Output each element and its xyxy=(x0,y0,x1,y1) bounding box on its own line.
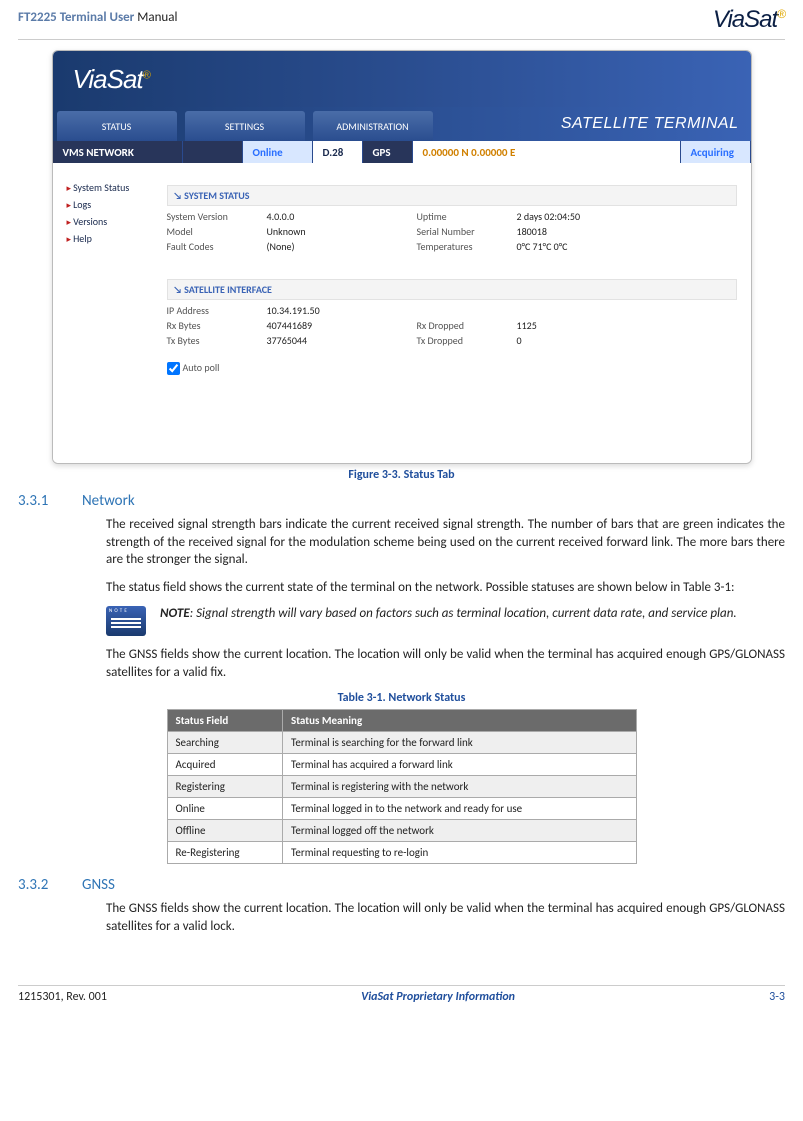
panel-system-status-header[interactable]: SYSTEM STATUS xyxy=(167,185,737,206)
table-row: RegisteringTerminal is registering with … xyxy=(167,776,636,798)
sb-acquiring: Acquiring xyxy=(681,141,751,163)
auto-poll-label: Auto poll xyxy=(183,361,220,374)
status-bar: VMS NETWORK Online D.28 GPS 0.00000 N 0.… xyxy=(53,141,751,163)
footer-left: 1215301, Rev. 001 xyxy=(18,990,107,1004)
tab-settings[interactable]: SETTINGS xyxy=(185,111,305,141)
sb-gps-label: GPS xyxy=(363,141,413,163)
doc-title-suffix: Manual xyxy=(134,10,177,25)
network-status-table: Status FieldStatus Meaning SearchingTerm… xyxy=(167,709,637,864)
sb-d28: D.28 xyxy=(313,141,363,163)
viasat-logo: ViaSat® xyxy=(713,6,785,34)
th-status-field: Status Field xyxy=(167,710,283,732)
sidemenu-system-status[interactable]: System Status xyxy=(67,181,163,194)
para-gnss: The GNSS fields show the current locatio… xyxy=(106,900,785,935)
doc-title: FT2225 Terminal User Manual xyxy=(18,10,177,25)
para-network-2: The status field shows the current state… xyxy=(106,579,785,597)
app-tab-row: STATUS SETTINGS ADMINISTRATION SATELLITE… xyxy=(53,107,751,141)
panel-satellite-interface-header[interactable]: SATELLITE INTERFACE xyxy=(167,279,737,300)
side-menu: System Status Logs Versions Help xyxy=(53,163,163,463)
sidemenu-versions[interactable]: Versions xyxy=(67,215,163,228)
th-status-meaning: Status Meaning xyxy=(283,710,636,732)
footer-right: 3-3 xyxy=(769,990,785,1004)
sidemenu-logs[interactable]: Logs xyxy=(67,198,163,211)
sb-online: Online xyxy=(243,141,313,163)
table-row: OnlineTerminal logged in to the network … xyxy=(167,798,636,820)
table-row: Re-RegisteringTerminal requesting to re-… xyxy=(167,842,636,864)
para-network-3: The GNSS fields show the current locatio… xyxy=(106,646,785,681)
sidemenu-help[interactable]: Help xyxy=(67,232,163,245)
table-caption: Table 3-1. Network Status xyxy=(18,691,785,705)
tab-administration[interactable]: ADMINISTRATION xyxy=(313,111,433,141)
section-3-3-1: 3.3.1Network xyxy=(18,492,785,510)
tab-status[interactable]: STATUS xyxy=(57,111,177,141)
table-row: AcquiredTerminal has acquired a forward … xyxy=(167,754,636,776)
auto-poll-checkbox[interactable] xyxy=(167,362,180,375)
app-header-bar: ViaSat® xyxy=(53,51,751,107)
sb-coords: 0.00000 N 0.00000 E xyxy=(413,141,681,163)
table-row: SearchingTerminal is searching for the f… xyxy=(167,732,636,754)
satellite-terminal-label: SATELLITE TERMINAL xyxy=(437,107,751,141)
app-logo: ViaSat® xyxy=(73,64,150,95)
doc-title-prefix: FT2225 Terminal User xyxy=(18,10,134,25)
figure-caption: Figure 3-3. Status Tab xyxy=(18,468,785,482)
note-text: NOTE: Signal strength will vary based on… xyxy=(160,606,737,621)
note-icon xyxy=(106,606,146,636)
para-network-1: The received signal strength bars indica… xyxy=(106,516,785,569)
page-footer: 1215301, Rev. 001 ViaSat Proprietary Inf… xyxy=(18,985,785,1004)
auto-poll-row: Auto poll xyxy=(167,361,737,375)
note-block: NOTE: Signal strength will vary based on… xyxy=(106,606,785,636)
footer-mid: ViaSat Proprietary Information xyxy=(361,990,515,1004)
screenshot-frame: ViaSat® STATUS SETTINGS ADMINISTRATION S… xyxy=(52,50,752,464)
sb-vms-network: VMS NETWORK xyxy=(53,141,183,163)
table-row: OfflineTerminal logged off the network xyxy=(167,820,636,842)
section-3-3-2: 3.3.2GNSS xyxy=(18,876,785,894)
